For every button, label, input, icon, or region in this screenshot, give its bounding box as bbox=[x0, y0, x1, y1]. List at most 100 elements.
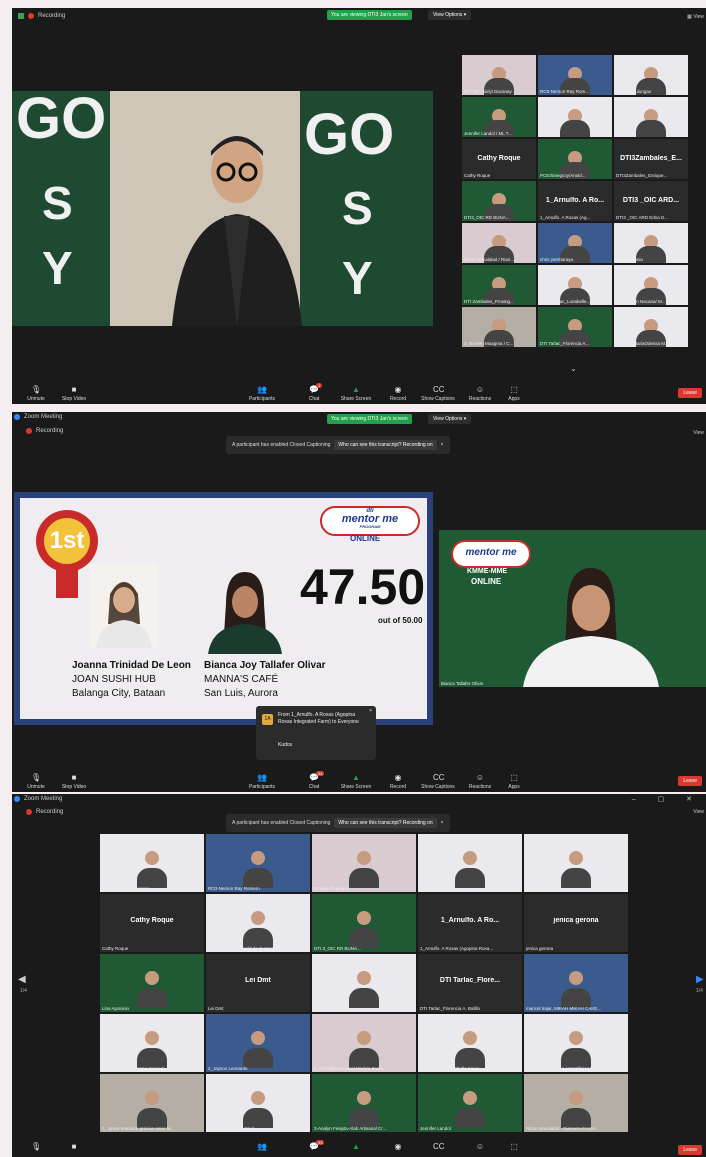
participant-tile[interactable]: jenica gerona jenica gerona bbox=[524, 894, 628, 952]
participant-tile[interactable]: 3_Noreen Maagma / C... bbox=[462, 307, 536, 347]
captions-button[interactable]: CC bbox=[416, 1143, 460, 1153]
participant-tile[interactable]: Cathy Roque Cathy Roque bbox=[100, 894, 204, 952]
participant-tile[interactable]: Reynalyn Q. Dela Cruz bbox=[206, 1074, 310, 1132]
apps-button[interactable]: ⬚ Apps bbox=[492, 774, 536, 791]
participant-tile[interactable]: Lina Apolonio bbox=[614, 223, 688, 263]
stop-video-button[interactable]: ■ bbox=[52, 1143, 96, 1153]
participant-tile[interactable]: DTI3 Jan bbox=[538, 97, 612, 137]
transcript-visibility-button[interactable]: Who can see this transcript? Recording o… bbox=[334, 818, 437, 828]
window-controls[interactable]: – ▢ ✕ bbox=[632, 795, 702, 803]
record-button[interactable]: ◉ bbox=[376, 1143, 420, 1153]
participant-tile[interactable]: 5_Christian Nacana/ Merly's Zamb... bbox=[312, 1014, 416, 1072]
participant-name: DTI-NE_Gielyl Dacanay bbox=[464, 89, 512, 94]
participant-tile[interactable]: 5_Christian Nacana/ M... bbox=[614, 265, 688, 305]
participant-tile[interactable]: DTI3Zambales_E... DTI3Zambales_Enrique... bbox=[614, 139, 688, 179]
view-options-label: View Options bbox=[433, 12, 463, 18]
participant-tile[interactable]: 3_Noreen Maagma / Castillejos Fa... bbox=[524, 1014, 628, 1072]
participant-tile[interactable]: RO3-Nerson Ray Rom... bbox=[538, 55, 612, 95]
recording-indicator[interactable]: Recording bbox=[26, 809, 63, 815]
participant-tile[interactable]: Cathy Roque Cathy Roque bbox=[462, 139, 536, 179]
participant-tile[interactable]: DTI-NE_Gielyl Dacanay bbox=[100, 834, 204, 892]
leave-button[interactable]: Leave bbox=[678, 1145, 702, 1155]
participant-tile[interactable]: 1_Arnulfo. A Ro... 1_Arnulfo. A Roxas (Ag… bbox=[418, 894, 522, 952]
participant-tile[interactable]: DTI 3-Tarlac_Lunabelle Sison bbox=[418, 1014, 522, 1072]
record-button[interactable]: ◉ Record bbox=[376, 774, 420, 791]
share-screen-button[interactable]: ▲ bbox=[334, 1143, 378, 1153]
participant-tile[interactable]: DTI Zambales_Prosing... bbox=[462, 265, 536, 305]
participant-tile[interactable]: DTI 3-Tarlac_Lunabelle... bbox=[538, 265, 612, 305]
participant-name: RO3-Nerson Ray Rom... bbox=[540, 89, 590, 94]
captions-label: Show Captions bbox=[421, 396, 455, 402]
captions-button[interactable]: CC Show Captions bbox=[416, 774, 460, 791]
close-icon[interactable]: × bbox=[441, 820, 444, 826]
participant-tile[interactable]: DTI3_OIC RD BUNA... bbox=[462, 181, 536, 221]
participant-tile[interactable]: Rizon Macalalad - Rianne's Frozen... bbox=[524, 1074, 628, 1132]
participant-tile[interactable]: DTI-NE_Gielyl Dacanay bbox=[462, 55, 536, 95]
participant-tile[interactable]: Rizon Macalalad / Rian... bbox=[462, 223, 536, 263]
participants-button[interactable]: 👥 Participants bbox=[240, 774, 284, 791]
recording-indicator[interactable]: Recording bbox=[26, 428, 63, 434]
leave-button[interactable]: Leave bbox=[678, 388, 702, 398]
participant-tile[interactable]: chris yambaraya bbox=[538, 223, 612, 263]
participant-tile[interactable]: RO3-Nerson Ray Romero bbox=[206, 834, 310, 892]
participant-tile[interactable]: Emelyn Pulungan bbox=[312, 834, 416, 892]
stop-video-button[interactable]: ■ Stop Video bbox=[52, 386, 96, 403]
participant-tile[interactable]: maricel bajar, MIKAH MIKAH CAKE... bbox=[524, 954, 628, 1012]
side-logo-online: ONLINE bbox=[471, 577, 502, 586]
close-icon[interactable]: × bbox=[441, 442, 444, 448]
captioning-notice: A participant has enabled Closed Caption… bbox=[226, 436, 450, 454]
participant-name: Cathy Roque bbox=[464, 173, 491, 178]
view-button[interactable]: View bbox=[693, 430, 704, 436]
participant-tile[interactable]: Lina Apolonio bbox=[100, 954, 204, 1012]
transcript-visibility-button[interactable]: Who can see this transcript? Recording o… bbox=[334, 440, 437, 450]
participant-tile[interactable]: DTI3 _OIC ARD... DTI3 _OIC ARD Edna D... bbox=[614, 181, 688, 221]
participant-tile[interactable]: DTI3_ Igo bbox=[614, 97, 688, 137]
chat-button[interactable]: 💬 1 Chat bbox=[292, 383, 336, 402]
chat-button[interactable]: 💬 53 bbox=[292, 1140, 336, 1153]
participants-button[interactable]: 👥 bbox=[240, 1143, 284, 1153]
participant-tile[interactable]: DTI3_ Igo bbox=[524, 834, 628, 892]
participant-tile[interactable]: 1_Arnulfo. A Ro... 1_Arnulfo. A Roxas (Ag… bbox=[538, 181, 612, 221]
participant-tile[interactable]: DTI Tarlac_Flore... DTI Tarlac_Florencia … bbox=[418, 954, 522, 1012]
participant-tile[interactable]: Jennifer Landol bbox=[418, 1074, 522, 1132]
chat-notification-popup[interactable]: 1A From 1_Arnulfo. A Roxas (Agopina Roxa… bbox=[256, 706, 376, 760]
banner-text-go-right: GO bbox=[304, 102, 395, 167]
chevron-down-icon[interactable]: ⌄ bbox=[570, 364, 577, 373]
participant-tile[interactable]: DTI NE_MariaOdessa M... bbox=[614, 307, 688, 347]
record-button[interactable]: ◉ Record bbox=[376, 386, 420, 403]
close-icon[interactable]: × bbox=[369, 708, 372, 714]
share-screen-button[interactable]: ▲ Share Screen bbox=[334, 386, 378, 403]
participant-tile[interactable]: Quinston-Quincy Anne Javier 6 bbox=[100, 1014, 204, 1072]
participant-tile[interactable]: Emelyn Pulungan bbox=[614, 55, 688, 95]
participant-tile[interactable]: 3_ grace mariano/ gracias amor ta... bbox=[100, 1074, 204, 1132]
share-screen-button[interactable]: ▲ Share Screen bbox=[334, 774, 378, 791]
top-bar: Recording You are viewing DTI3 Jan's scr… bbox=[12, 8, 706, 26]
apps-button[interactable]: ⬚ Apps bbox=[492, 386, 536, 403]
participants-button[interactable]: 👥 Participants bbox=[240, 386, 284, 403]
participant-tile[interactable]: DTI3 Jan bbox=[418, 834, 522, 892]
participant-tile[interactable]: Joan De Guzman bbox=[312, 954, 416, 1012]
participant-tile[interactable]: 3-Analyn Fesipta-Alab Artisanal Cr... bbox=[312, 1074, 416, 1132]
arrow-right-icon[interactable]: ▶ bbox=[696, 974, 704, 985]
view-button[interactable]: View bbox=[693, 809, 704, 815]
participant-video-bianca[interactable]: mentor me KMME-MME ONLINE Bianca Tallafe… bbox=[439, 530, 706, 687]
participant-tile[interactable]: DTI Tarlac_Florencia A... bbox=[538, 307, 612, 347]
apps-button[interactable]: ⬚ bbox=[492, 1143, 536, 1153]
captions-button[interactable]: CC Show Captions bbox=[416, 386, 460, 403]
stop-video-button[interactable]: ■ Stop Video bbox=[52, 774, 96, 791]
view-options-button[interactable]: View Options ▾ bbox=[428, 414, 472, 424]
participant-body bbox=[560, 120, 590, 137]
participant-tile[interactable]: PCE/Sinegcoy/Anold... bbox=[538, 139, 612, 179]
view-button[interactable]: ▦ View bbox=[687, 14, 704, 20]
view-options-button[interactable]: View Options ▾ bbox=[428, 10, 472, 20]
participant-tile[interactable]: Jennifer Landol / ML T... bbox=[462, 97, 536, 137]
arrow-left-icon[interactable]: ◀ bbox=[18, 974, 26, 985]
participant-name: DTI NE_MariaOdessa M... bbox=[616, 341, 669, 346]
participant-tile[interactable]: 2_Jayson Leonardo bbox=[206, 1014, 310, 1072]
participant-tile[interactable]: Lei Dmt Lei Dmt bbox=[206, 954, 310, 1012]
participant-tile[interactable]: DTI 3_OIC RD BUNA... bbox=[312, 894, 416, 952]
recording-indicator[interactable]: Recording bbox=[18, 13, 65, 19]
participant-tile[interactable]: PCE/Sinegcoy-Arnold de Guzman bbox=[206, 894, 310, 952]
leave-button[interactable]: Leave bbox=[678, 776, 702, 786]
chat-button[interactable]: 💬 94 Chat bbox=[292, 771, 336, 790]
